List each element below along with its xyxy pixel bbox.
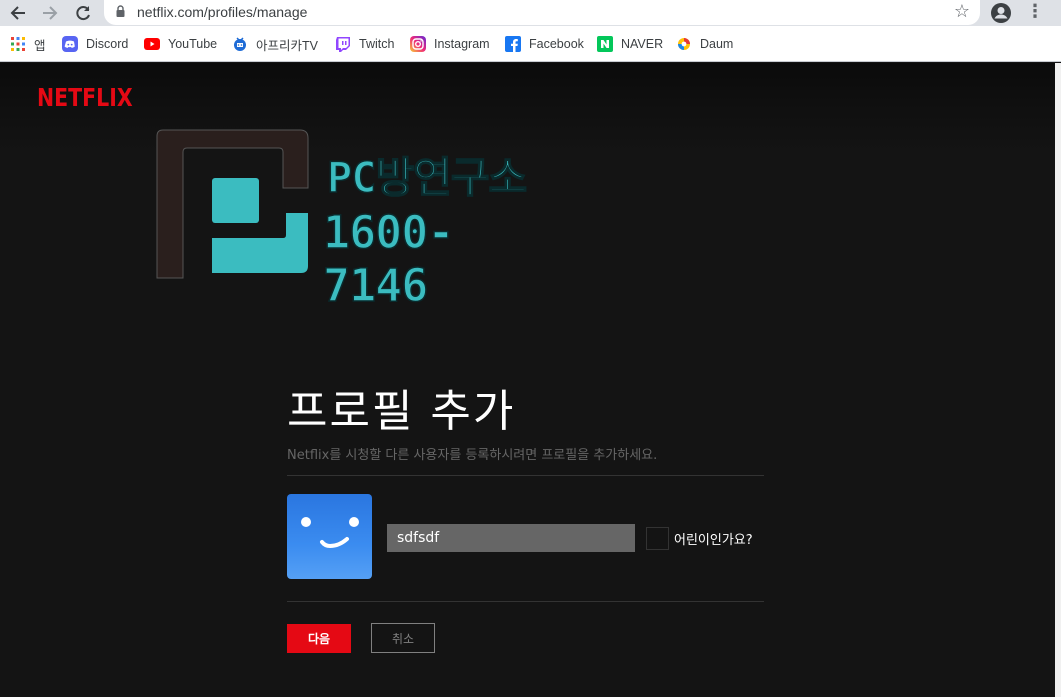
profile-icon[interactable] (990, 2, 1012, 24)
bookmark-label: 앱 (34, 38, 46, 53)
bookmark-afreecatv[interactable]: 아프리카TV (232, 35, 318, 53)
bookmarks-bar: 앱 Discord YouTube 아프리카TV Twitch Instagra… (0, 26, 1061, 62)
bookmark-facebook[interactable]: Facebook (505, 35, 584, 53)
bookmark-naver[interactable]: NAVER (597, 35, 663, 53)
smiley-face-icon (301, 517, 359, 549)
back-arrow-icon[interactable] (7, 2, 29, 24)
bookmark-instagram[interactable]: Instagram (410, 35, 490, 53)
page-subtitle: Netflix를 시청할 다른 사용자를 등록하시려면 프로필을 추가하세요. (287, 448, 658, 463)
bookmark-twitch[interactable]: Twitch (335, 35, 394, 53)
scrollbar[interactable] (1055, 63, 1061, 697)
divider-top (287, 475, 764, 476)
instagram-icon (410, 36, 426, 52)
watermark-overlay: PC방연구소 1600-7146 (155, 128, 555, 313)
naver-icon (597, 36, 613, 52)
youtube-icon (144, 38, 160, 50)
bookmark-label: 아프리카TV (256, 38, 318, 53)
kids-checkbox[interactable] (646, 527, 669, 550)
lock-icon (116, 5, 125, 17)
netflix-page: NETFLIX PC방연구소 1600-7146 프로필 추가 Netflix를… (0, 63, 1055, 697)
bookmark-label: NAVER (621, 37, 664, 51)
watermark-title: PC방연구소 (326, 152, 528, 203)
facebook-icon (505, 36, 521, 52)
bookmark-label: Discord (86, 37, 129, 51)
bookmark-star-icon[interactable]: ☆ (954, 1, 970, 22)
bookmark-daum[interactable]: Daum (676, 35, 733, 53)
bookmark-label: Twitch (359, 37, 395, 51)
discord-icon (62, 36, 78, 52)
page-title: 프로필 추가 (287, 386, 516, 437)
watermark-phone: 1600-7146 (322, 205, 455, 313)
forward-arrow-icon[interactable] (39, 2, 61, 24)
reload-icon[interactable] (72, 2, 94, 24)
profile-name-input[interactable] (387, 524, 635, 552)
bookmark-label: Daum (700, 37, 734, 51)
bookmark-apps[interactable]: 앱 (10, 35, 46, 53)
next-button[interactable]: 다음 (287, 624, 351, 653)
browser-toolbar: netflix.com/profiles/manage ☆ ⋮ (0, 0, 1061, 26)
bookmark-label: YouTube (168, 37, 218, 51)
kids-label: 어린이인가요? (674, 533, 753, 548)
netflix-logo[interactable]: NETFLIX (37, 83, 133, 112)
more-menu-icon[interactable]: ⋮ (1026, 2, 1044, 24)
divider-bottom (287, 601, 764, 602)
address-bar[interactable]: netflix.com/profiles/manage ☆ (104, 0, 980, 25)
apps-grid-icon (10, 36, 26, 52)
cancel-button[interactable]: 취소 (371, 623, 435, 653)
bookmark-label: Instagram (434, 37, 490, 51)
url-text: netflix.com/profiles/manage (137, 4, 308, 20)
twitch-icon (335, 36, 351, 52)
bookmark-discord[interactable]: Discord (62, 35, 128, 53)
bookmark-label: Facebook (529, 37, 584, 51)
daum-icon (676, 36, 692, 52)
bookmark-youtube[interactable]: YouTube (144, 35, 217, 53)
watermark-logo-icon (156, 129, 309, 279)
profile-avatar[interactable] (287, 494, 372, 579)
afreecatv-icon (232, 36, 248, 52)
